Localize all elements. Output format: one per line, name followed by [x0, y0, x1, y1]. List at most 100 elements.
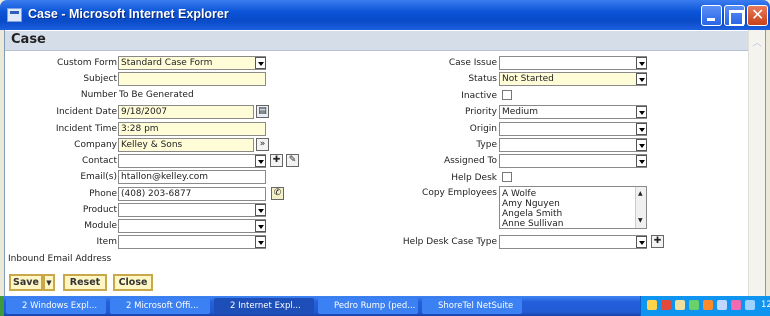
copy-employees-listbox[interactable]: A Wolfe Amy Nguyen Angela Smith Anne Sul…: [499, 186, 647, 229]
priority-select[interactable]: Medium: [499, 105, 647, 119]
popup-select-icon[interactable]: »: [256, 138, 269, 151]
taskbar-item[interactable]: 2 Windows Expl...: [6, 298, 106, 314]
add-icon[interactable]: ✚: [270, 154, 283, 167]
tray-icon[interactable]: [675, 300, 685, 310]
tray-icon[interactable]: [703, 300, 713, 310]
close-window-button[interactable]: ✕: [747, 5, 768, 26]
minimize-button[interactable]: [701, 5, 722, 26]
scroll-up-icon[interactable]: ▲: [638, 189, 643, 199]
tray-icon[interactable]: [689, 300, 699, 310]
incident-date-input[interactable]: 9/18/2007: [118, 105, 254, 119]
taskbar-item[interactable]: Pedro Rump (ped...: [318, 298, 418, 314]
list-item[interactable]: Angela Smith: [502, 209, 644, 219]
row-product: Product: [5, 203, 375, 219]
phone-input[interactable]: (408) 203-6877: [118, 187, 266, 201]
incident-time-input[interactable]: 3:28 pm: [118, 122, 266, 136]
list-item[interactable]: Anne Sullivan: [502, 219, 644, 228]
contact-label: Contact: [81, 156, 117, 166]
save-button[interactable]: Save: [9, 274, 43, 291]
help-desk-case-type-label: Help Desk Case Type: [402, 237, 497, 247]
row-incident-time: Incident Time 3:28 pm: [5, 122, 375, 138]
taskbar-item[interactable]: 2 Microsoft Offi...: [110, 298, 210, 314]
row-status: Status Not Started: [385, 72, 750, 88]
row-item: Item: [5, 235, 375, 251]
origin-select[interactable]: [499, 122, 647, 136]
product-select[interactable]: [118, 203, 266, 217]
listbox-scrollbar[interactable]: ▲ ▼: [635, 187, 646, 228]
email-input[interactable]: htallon@kelley.com: [118, 170, 266, 184]
clock[interactable]: 12: [761, 300, 770, 310]
status-label: Status: [468, 74, 497, 84]
row-help-desk-case-type: Help Desk Case Type ✚: [385, 235, 750, 251]
chevron-down-icon[interactable]: [636, 123, 647, 135]
chevron-down-icon[interactable]: [255, 236, 266, 248]
contact-select[interactable]: [118, 154, 266, 168]
chevron-down-icon[interactable]: [255, 155, 266, 167]
row-origin: Origin: [385, 122, 750, 138]
chevron-down-icon[interactable]: [255, 204, 266, 216]
browser-window: Case - Microsoft Internet Explorer ✕ Cas…: [0, 0, 770, 296]
inbound-email-label: Inbound Email Address: [8, 254, 112, 264]
row-type: Type: [385, 138, 750, 154]
row-inactive: Inactive: [385, 89, 750, 105]
taskbar-item[interactable]: ShoreTel NetSuite: [422, 298, 522, 314]
subject-label: Subject: [83, 74, 117, 84]
tray-icon[interactable]: [731, 300, 741, 310]
save-menu-button[interactable]: ▼: [43, 274, 55, 291]
phone-icon[interactable]: ✆: [271, 187, 284, 200]
system-tray: 12: [640, 296, 770, 316]
row-company: Company Kelley & Sons »: [5, 138, 375, 154]
chevron-down-icon[interactable]: [636, 106, 647, 118]
row-help-desk: Help Desk: [385, 171, 750, 187]
tray-icon[interactable]: [647, 300, 657, 310]
start-button[interactable]: [0, 296, 4, 316]
tray-icon[interactable]: [717, 300, 727, 310]
calendar-icon[interactable]: ▤: [256, 105, 269, 118]
row-phone: Phone (408) 203-6877 ✆: [5, 187, 375, 203]
taskbar-item[interactable]: 2 Internet Expl...: [214, 298, 314, 314]
origin-label: Origin: [469, 124, 497, 134]
case-issue-label: Case Issue: [448, 58, 497, 68]
incident-date-label: Incident Date: [56, 107, 117, 117]
edit-icon[interactable]: ✎: [286, 154, 299, 167]
chevron-down-icon[interactable]: [636, 73, 647, 85]
inactive-checkbox[interactable]: [502, 90, 512, 100]
status-select[interactable]: Not Started: [499, 72, 647, 86]
row-case-issue: Case Issue: [385, 56, 750, 72]
tray-icon[interactable]: [745, 300, 755, 310]
list-item[interactable]: Amy Nguyen: [502, 199, 644, 209]
scroll-down-icon[interactable]: ▼: [638, 216, 643, 226]
help-desk-case-type-select[interactable]: [499, 235, 647, 249]
chevron-down-icon[interactable]: [255, 57, 266, 69]
subject-input[interactable]: [118, 72, 266, 86]
chevron-down-icon[interactable]: [636, 139, 647, 151]
reset-button[interactable]: Reset: [63, 274, 107, 291]
type-select[interactable]: [499, 138, 647, 152]
assigned-to-select[interactable]: [499, 154, 647, 168]
chevron-down-icon[interactable]: [636, 57, 647, 69]
add-icon[interactable]: ✚: [651, 235, 664, 248]
title-bar[interactable]: Case - Microsoft Internet Explorer ✕: [0, 0, 770, 30]
chevron-down-icon[interactable]: [255, 220, 266, 232]
help-desk-checkbox[interactable]: [502, 172, 512, 182]
close-icon: ✕: [751, 5, 765, 24]
list-item[interactable]: A Wolfe: [502, 189, 644, 199]
company-input[interactable]: Kelley & Sons: [118, 138, 254, 152]
help-desk-label: Help Desk: [451, 173, 497, 183]
chevron-down-icon[interactable]: [636, 236, 647, 248]
custom-form-label: Custom Form: [56, 58, 117, 68]
row-assigned-to: Assigned To: [385, 154, 750, 170]
maximize-button[interactable]: [724, 5, 745, 26]
close-button[interactable]: Close: [113, 274, 153, 291]
scroll-up-icon[interactable]: ︿: [752, 34, 762, 49]
tray-icon[interactable]: [661, 300, 671, 310]
row-copy-employees: Copy Employees A Wolfe Amy Nguyen Angela…: [385, 186, 750, 232]
module-select[interactable]: [118, 219, 266, 233]
product-label: Product: [82, 205, 117, 215]
chevron-down-icon[interactable]: [636, 155, 647, 167]
page-scrollbar[interactable]: ︿: [748, 30, 765, 296]
custom-form-select[interactable]: Standard Case Form: [118, 56, 266, 70]
row-custom-form: Custom Form Standard Case Form: [5, 56, 375, 72]
item-select[interactable]: [118, 235, 266, 249]
case-issue-select[interactable]: [499, 56, 647, 70]
